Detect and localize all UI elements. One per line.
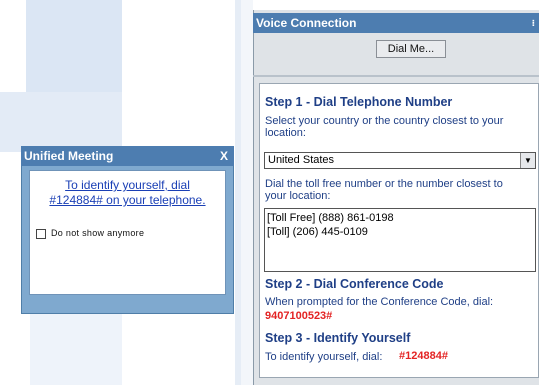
background-panel (0, 92, 122, 152)
step3-instruction: To identify yourself, dial: (265, 351, 383, 363)
step1-heading: Step 1 - Dial Telephone Number (265, 95, 453, 109)
instruction-line: your location: (265, 190, 331, 202)
country-select[interactable]: United States ▼ (264, 152, 536, 169)
close-button[interactable]: X (216, 147, 232, 165)
background-panel (26, 0, 122, 92)
instruction-line: location: (265, 127, 306, 139)
instruction-line: Select your country or the country close… (265, 115, 504, 127)
identify-code: #124884# (399, 350, 448, 362)
dial-instruction: Dial the toll free number or the number … (265, 178, 503, 202)
step3-heading: Step 3 - Identify Yourself (265, 331, 411, 345)
instruction-line: Dial the toll free number or the number … (265, 178, 503, 190)
do-not-show-label: Do not show anymore (51, 228, 145, 238)
phone-number: [Toll Free] (888) 861-0198 (267, 212, 394, 224)
panel-title: Voice Connection (256, 16, 357, 30)
resize-grip-icon[interactable]: ⁝ (532, 13, 535, 33)
step2-instruction: When prompted for the Conference Code, d… (265, 296, 494, 308)
dropdown-arrow-icon[interactable]: ▼ (520, 153, 535, 168)
link-line: #124884# on your telephone. (49, 193, 206, 207)
identify-yourself-link[interactable]: To identify yourself, dial #124884# on y… (31, 178, 224, 208)
unified-meeting-title: Unified Meeting (21, 146, 234, 166)
country-selected-value: United States (268, 154, 335, 166)
divider (241, 0, 253, 385)
divider (253, 75, 539, 77)
dial-me-button[interactable]: Dial Me... (376, 40, 446, 58)
conference-code: 9407100523# (265, 310, 333, 322)
phone-number: [Toll] (206) 445-0109 (267, 226, 368, 238)
step1-instruction: Select your country or the country close… (265, 115, 503, 139)
do-not-show-checkbox[interactable] (36, 229, 46, 239)
step2-heading: Step 2 - Dial Conference Code (265, 277, 444, 291)
voice-connection-title: Voice Connection ⁝ (253, 13, 539, 33)
link-line: To identify yourself, dial (65, 178, 190, 192)
